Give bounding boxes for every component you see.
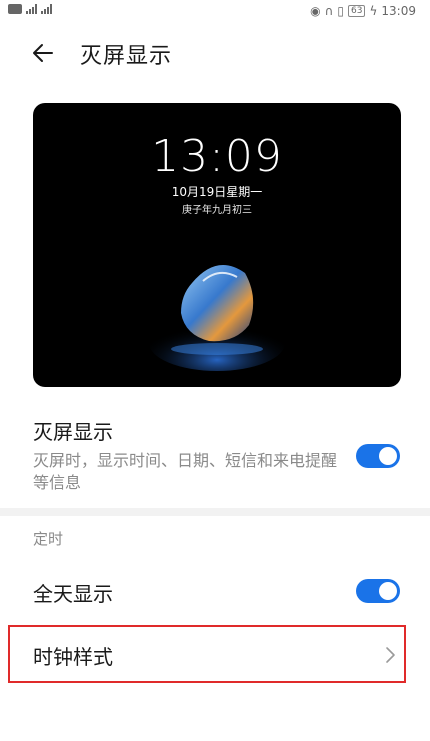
battery-icon: 63: [348, 5, 366, 17]
aod-setting-row: 灭屏显示 灭屏时，显示时间、日期、短信和来电提醒等信息: [0, 408, 430, 504]
preview-time: 13:09: [151, 131, 283, 182]
back-arrow-icon[interactable]: [30, 40, 56, 66]
signal-icon: [26, 4, 37, 14]
vibrate-icon: ▯: [337, 4, 345, 18]
status-time: 13:09: [381, 4, 416, 18]
aod-setting-description: 灭屏时，显示时间、日期、短信和来电提醒等信息: [33, 451, 338, 492]
page-title: 灭屏显示: [80, 44, 173, 69]
eye-icon: ◉: [310, 4, 321, 18]
preview-lunar-date: 庚子年九月初三: [182, 205, 252, 216]
aod-toggle[interactable]: [356, 444, 400, 468]
signal-icon-2: [41, 4, 52, 14]
toggle-knob: [379, 447, 397, 465]
chevron-right-icon: [386, 647, 395, 663]
aod-setting-title: 灭屏显示: [33, 420, 113, 444]
clock-style-row[interactable]: 时钟样式: [8, 625, 406, 683]
section-label-schedule: 定时: [33, 530, 64, 548]
preview-date: 10月19日星期一: [171, 185, 263, 199]
all-day-toggle[interactable]: [356, 579, 400, 603]
status-bar: ◉ ∩ ▯ 63 ϟ 13:09: [0, 0, 430, 26]
crystal-artwork: [149, 265, 285, 371]
all-day-label: 全天显示: [33, 582, 113, 606]
top-bar: 灭屏显示: [0, 30, 430, 80]
toggle-knob: [379, 582, 397, 600]
sim-icon: [8, 4, 22, 14]
charging-icon: ϟ: [369, 4, 378, 18]
aod-preview: 13:09 10月19日星期一 庚子年九月初三: [33, 103, 401, 387]
status-left: [8, 4, 52, 14]
status-right: ◉ ∩ ▯ 63 ϟ 13:09: [310, 4, 416, 18]
all-day-setting-row: 全天显示: [0, 566, 430, 618]
section-divider: [0, 508, 430, 516]
clock-style-label: 时钟样式: [33, 645, 113, 669]
headset-icon: ∩: [324, 4, 334, 18]
